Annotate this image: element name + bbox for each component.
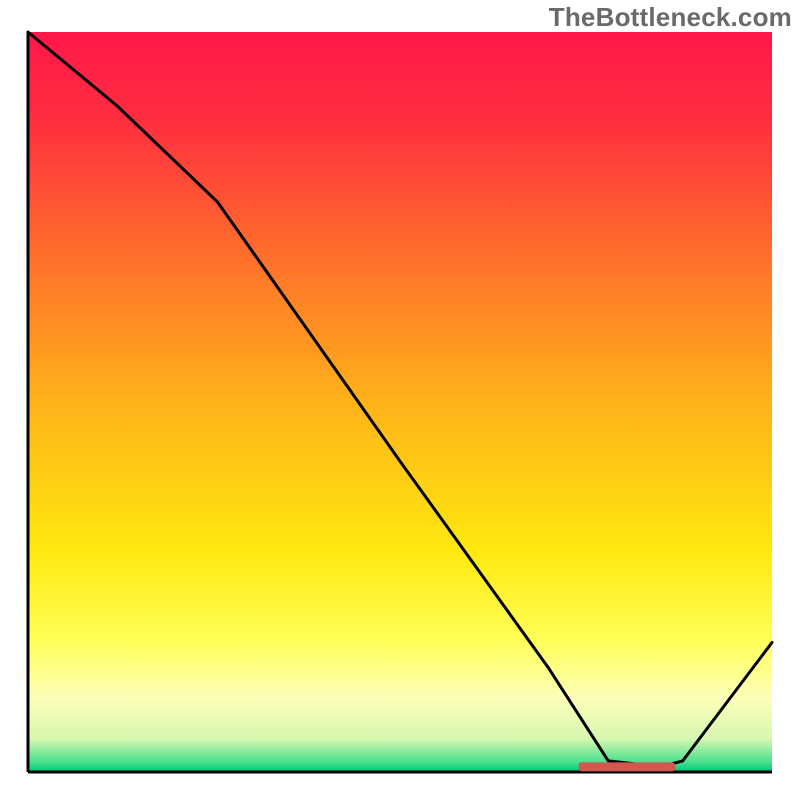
chart-stage: TheBottleneck.com — [0, 0, 800, 800]
plot-background — [28, 32, 772, 772]
bottleneck-chart — [0, 0, 800, 800]
target-range-bar — [579, 762, 676, 771]
